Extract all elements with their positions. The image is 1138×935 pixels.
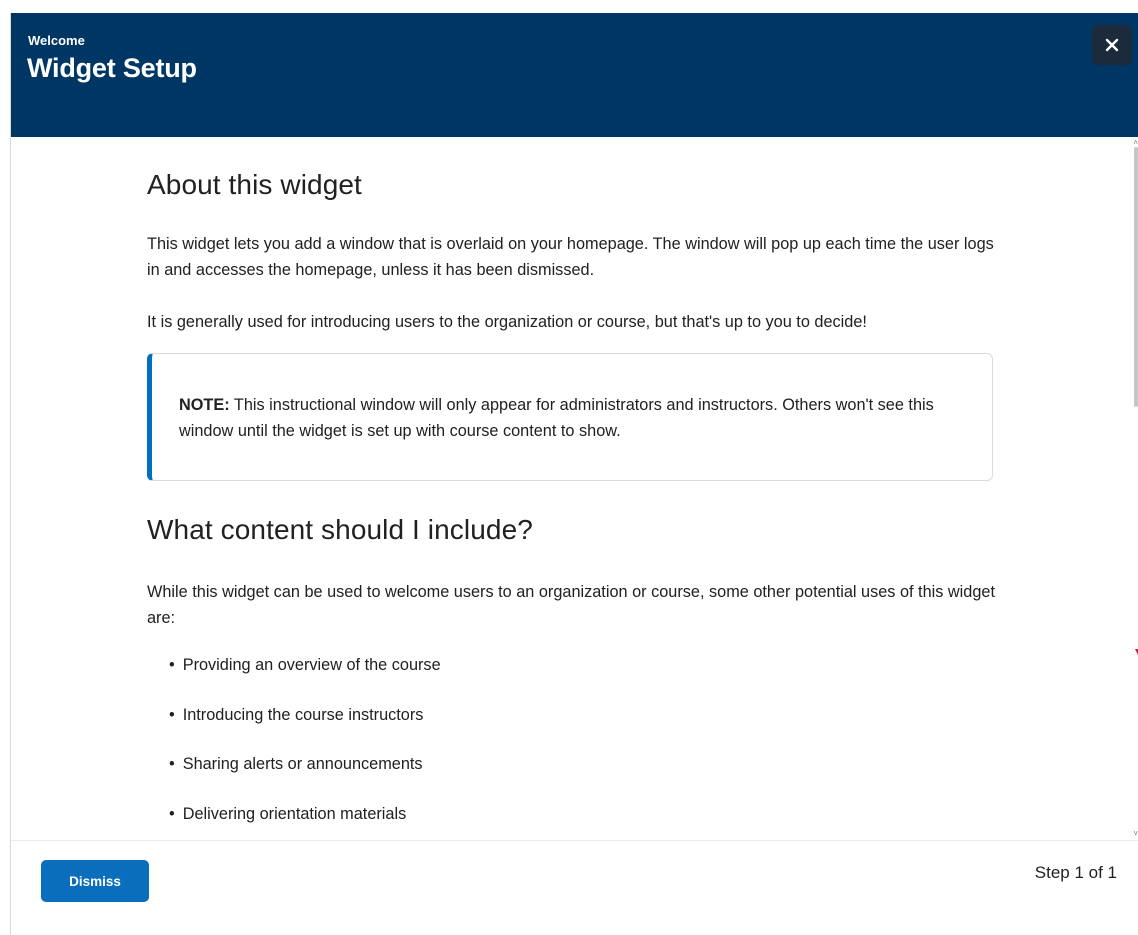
list-item-label: Introducing the course instructors [182,705,424,724]
about-paragraph-1: This widget lets you add a window that i… [147,235,994,279]
dialog-content[interactable]: About this widget This widget lets you a… [11,137,1138,840]
note-body: This instructional window will only appe… [179,396,934,440]
list-item-label: Sharing alerts or announcements [182,755,423,773]
scroll-thumb[interactable] [1134,147,1138,407]
list-item: • Sharing alerts or announcements [169,751,441,801]
include-intro: While this widget can be used to welcome… [147,583,995,627]
list-item: • Introducing the course instructors [169,702,441,752]
bullet-icon: • [169,755,175,773]
bullet-icon: • [169,656,175,674]
about-paragraph-2: It is generally used for introducing use… [147,313,867,331]
list-item-label: Delivering orientation materials [182,804,407,823]
scroll-up-icon[interactable]: ˄ [1133,139,1138,147]
dismiss-button[interactable]: Dismiss [41,860,149,902]
step-indicator: Step 1 of 1 [1034,863,1117,882]
about-heading: About this widget [147,169,362,200]
list-item-label: Providing an overview of the course [182,656,441,674]
dialog-title: Widget Setup [27,53,197,83]
widget-setup-dialog: Welcome Widget Setup About this widget T… [10,13,1138,935]
note-text: NOTE: This instructional window will onl… [179,392,969,444]
background-accent-line [1134,417,1138,657]
close-icon [1105,38,1119,52]
bullet-icon: • [169,705,175,724]
close-button[interactable] [1092,25,1132,65]
note-label: NOTE: [179,396,230,414]
scroll-down-icon[interactable]: ˅ [1133,830,1138,838]
note-callout: NOTE: This instructional window will onl… [147,353,993,481]
list-item: • Delivering orientation materials [169,801,441,841]
dialog-kicker: Welcome [28,33,85,48]
list-item: • Providing an overview of the course [169,652,441,702]
uses-list: • Providing an overview of the course • In… [169,652,441,840]
dialog-header: Welcome Widget Setup [11,13,1138,137]
bullet-icon: • [169,804,175,823]
dialog-footer: Dismiss Step 1 of 1 [11,840,1138,935]
include-heading: What content should I include? [147,514,533,545]
